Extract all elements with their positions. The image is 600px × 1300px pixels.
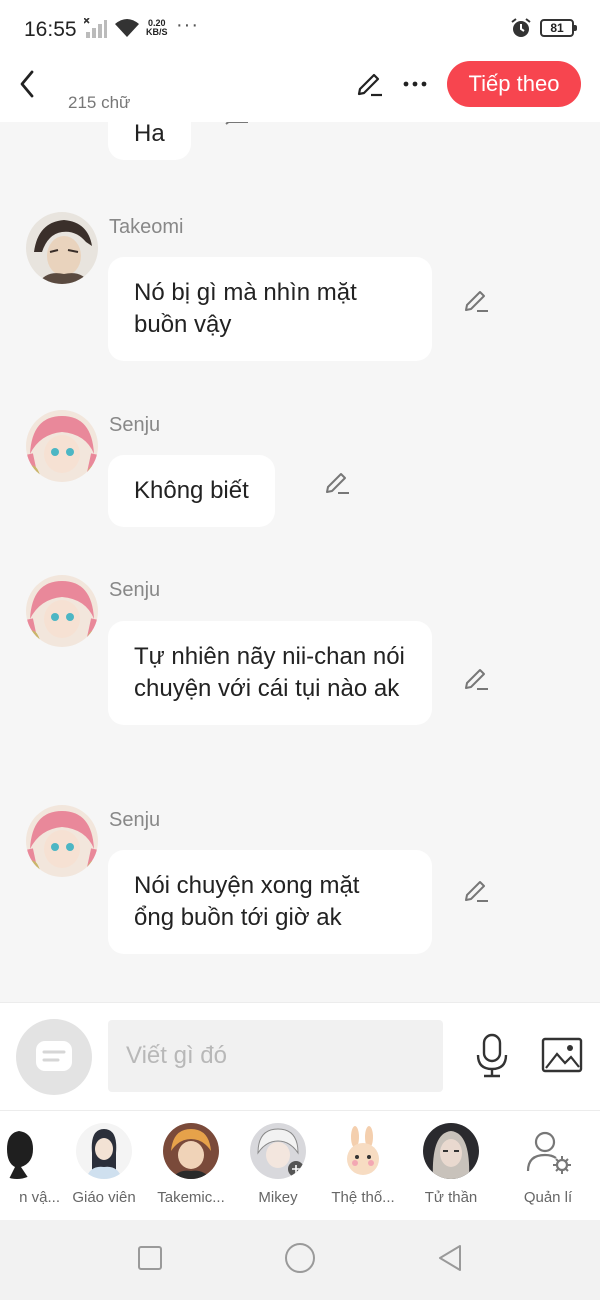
sender-name: Senju bbox=[109, 809, 161, 831]
message-bubble[interactable]: Tự nhiên nãy nii-chan nói chuyện với cái… bbox=[108, 621, 432, 725]
character-avatar-image bbox=[26, 575, 98, 647]
character-avatar bbox=[0, 1123, 45, 1179]
avatar-takeomi[interactable] bbox=[26, 212, 98, 284]
avatar-senju[interactable] bbox=[26, 575, 98, 647]
avatar-senju[interactable] bbox=[26, 805, 98, 877]
status-icons: 0.20 KB/S bbox=[84, 18, 168, 38]
pencil-icon[interactable] bbox=[354, 68, 384, 98]
status-right: 81 bbox=[510, 17, 577, 39]
image-icon[interactable] bbox=[541, 1036, 583, 1074]
pencil-icon[interactable] bbox=[224, 122, 250, 136]
alarm-icon bbox=[511, 18, 531, 37]
wifi-icon bbox=[115, 19, 139, 37]
more-horizontal-icon[interactable] bbox=[402, 68, 428, 98]
system-nav-bar bbox=[0, 1220, 600, 1300]
message-input[interactable] bbox=[108, 1020, 443, 1092]
character-name: Thệ thố... bbox=[331, 1189, 395, 1206]
character-item[interactable]: Takemic... bbox=[146, 1123, 236, 1206]
status-bar: 16:55 0.20 KB/S ··· 81 bbox=[0, 0, 600, 58]
status-time: 16:55 bbox=[24, 18, 77, 41]
pencil-icon[interactable] bbox=[462, 664, 490, 692]
chevron-left-icon[interactable] bbox=[14, 66, 42, 102]
back-triangle-icon[interactable] bbox=[436, 1243, 464, 1273]
character-name: Quản lí bbox=[523, 1189, 573, 1206]
avatar-senju[interactable] bbox=[26, 410, 98, 482]
manage-characters-button[interactable]: Quản lí bbox=[503, 1123, 593, 1206]
character-item[interactable]: Giáo viên bbox=[59, 1123, 149, 1206]
character-bar: n vậ... Giáo viên Takemic... Mikey Thệ t… bbox=[0, 1110, 600, 1220]
character-avatar bbox=[335, 1123, 391, 1179]
pencil-icon[interactable] bbox=[323, 468, 351, 496]
message-bubble[interactable]: Nó bị gì mà nhìn mặt buồn vậy bbox=[108, 257, 432, 361]
message-bubble-partial[interactable]: Ha bbox=[108, 122, 191, 160]
network-speed: 0.20 KB/S bbox=[146, 18, 168, 37]
character-item[interactable]: Mikey bbox=[233, 1123, 323, 1206]
status-more-dots: ··· bbox=[176, 14, 199, 36]
editor-header: 215 chữ Tiếp theo bbox=[0, 58, 600, 122]
sender-name: Senju bbox=[109, 579, 161, 601]
chat-bubble-icon bbox=[36, 1041, 72, 1071]
battery-indicator: 81 bbox=[540, 19, 577, 37]
character-avatar bbox=[423, 1123, 479, 1179]
character-name: Takemic... bbox=[157, 1189, 225, 1206]
character-name: Mikey bbox=[258, 1189, 298, 1206]
character-avatar-image bbox=[26, 805, 98, 877]
sender-name: Senju bbox=[109, 414, 161, 436]
chat-area[interactable]: Ha Takeomi Nó bị gì mà nhìn mặt buồn vậy bbox=[0, 122, 600, 1002]
message-bubble[interactable]: Nói chuyện xong mặt ổng buồn tới giờ ak bbox=[108, 850, 432, 954]
word-count: 215 chữ bbox=[68, 93, 131, 112]
character-avatar bbox=[76, 1123, 132, 1179]
character-item[interactable]: Tử thần bbox=[406, 1123, 496, 1206]
message-mode-button[interactable] bbox=[16, 1019, 92, 1095]
character-item[interactable]: Thệ thố... bbox=[318, 1123, 408, 1206]
sender-name: Takeomi bbox=[109, 216, 184, 238]
recent-apps-icon[interactable] bbox=[136, 1244, 164, 1272]
signal-icon bbox=[84, 18, 107, 38]
character-avatar-image bbox=[26, 212, 98, 284]
next-button[interactable]: Tiếp theo bbox=[447, 61, 581, 107]
character-avatar bbox=[163, 1123, 219, 1179]
character-name: Giáo viên bbox=[72, 1189, 136, 1206]
composer-bar bbox=[0, 1002, 600, 1110]
pencil-icon[interactable] bbox=[462, 876, 490, 904]
pencil-icon[interactable] bbox=[462, 286, 490, 314]
user-settings-icon bbox=[520, 1123, 576, 1179]
home-icon[interactable] bbox=[284, 1242, 316, 1274]
message-bubble[interactable]: Không biết bbox=[108, 455, 275, 527]
character-name: n vậ... bbox=[19, 1189, 60, 1206]
character-avatar-image bbox=[26, 410, 98, 482]
microphone-icon[interactable] bbox=[472, 1031, 512, 1079]
character-avatar bbox=[250, 1123, 306, 1179]
character-name: Tử thần bbox=[424, 1189, 478, 1206]
character-item[interactable]: n vậ... bbox=[0, 1123, 62, 1206]
